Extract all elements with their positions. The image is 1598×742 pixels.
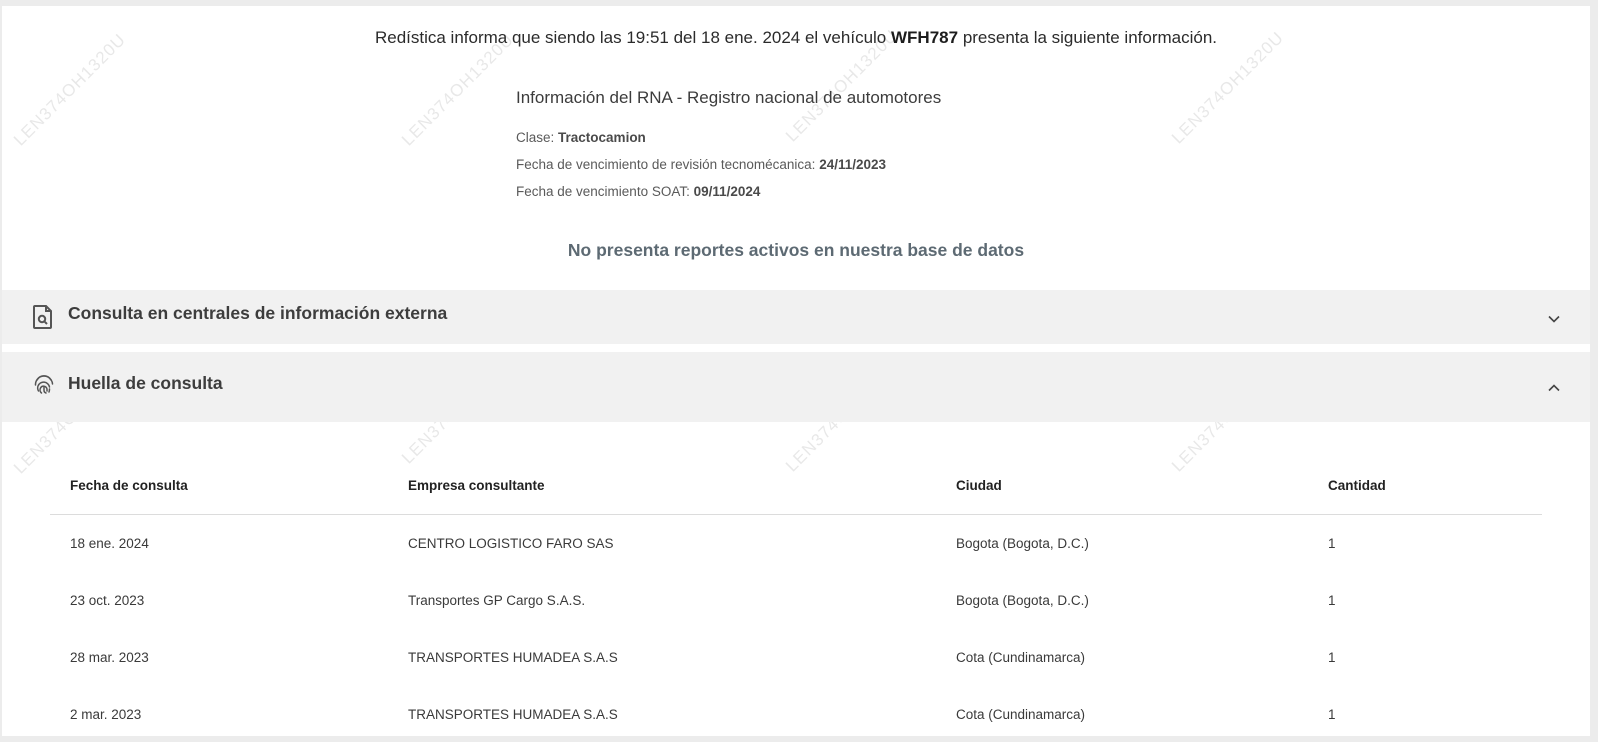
cell-cantidad: 1 (1328, 650, 1336, 665)
cell-ciudad: Bogota (Bogota, D.C.) (956, 536, 1089, 551)
table-row: 28 mar. 2023 TRANSPORTES HUMADEA S.A.S C… (50, 629, 1542, 686)
cell-fecha: 2 mar. 2023 (70, 707, 142, 722)
fingerprint-icon (34, 375, 54, 394)
no-reports-message: No presenta reportes activos en nuestra … (567, 240, 1025, 260)
rna-clase: Clase: Tractocamion (516, 130, 646, 145)
vehicle-report-card: LEN374OH1320U LEN374OH1320U LEN374OH1320… (2, 6, 1590, 736)
vehicle-plate: WFH787 (891, 28, 959, 47)
section-external-info[interactable]: Consulta en centrales de información ext… (2, 290, 1590, 344)
cell-cantidad: 1 (1328, 707, 1336, 722)
table-row: 23 oct. 2023 Transportes GP Cargo S.A.S.… (50, 572, 1542, 629)
cell-ciudad: Bogota (Bogota, D.C.) (956, 593, 1089, 608)
table-header: Fecha de consulta Empresa consultante Ci… (50, 458, 1542, 515)
soat-label: Fecha de vencimiento SOAT: (516, 184, 690, 199)
cell-fecha: 28 mar. 2023 (70, 650, 149, 665)
cell-empresa: TRANSPORTES HUMADEA S.A.S (408, 650, 618, 665)
cell-cantidad: 1 (1328, 593, 1336, 608)
chevron-down-icon[interactable] (1546, 311, 1562, 327)
header-empresa: Empresa consultante (408, 478, 545, 493)
cell-empresa: Transportes GP Cargo S.A.S. (408, 593, 586, 608)
footprint-table: Fecha de consulta Empresa consultante Ci… (50, 458, 1542, 736)
header-cantidad: Cantidad (1328, 478, 1386, 493)
table-row: 2 mar. 2023 TRANSPORTES HUMADEA S.A.S Co… (50, 686, 1542, 736)
headline-suffix: presenta la siguiente información. (962, 28, 1218, 47)
section-external-title: Consulta en centrales de información ext… (68, 303, 448, 323)
cell-empresa: TRANSPORTES HUMADEA S.A.S (408, 707, 618, 722)
header-ciudad: Ciudad (956, 478, 1002, 493)
rna-title: Información del RNA - Registro nacional … (516, 88, 942, 107)
cell-ciudad: Cota (Cundinamarca) (956, 650, 1086, 665)
section-query-footprint[interactable]: Huella de consulta (2, 352, 1590, 422)
page-frame: LEN374OH1320U LEN374OH1320U LEN374OH1320… (0, 0, 1598, 742)
cell-cantidad: 1 (1328, 536, 1336, 551)
clase-label: Clase: (516, 130, 555, 145)
report-headline: Redística informa que siendo las 19:51 d… (2, 28, 1590, 48)
soat-value: 09/11/2024 (693, 184, 761, 199)
table-row: 18 ene. 2024 CENTRO LOGISTICO FARO SAS B… (50, 515, 1542, 572)
section-footprint-title: Huella de consulta (68, 373, 223, 393)
tecno-label: Fecha de vencimiento de revisión tecnomé… (516, 157, 816, 172)
document-search-icon (33, 305, 52, 329)
header-fecha: Fecha de consulta (70, 478, 188, 493)
cell-fecha: 23 oct. 2023 (70, 593, 145, 608)
rna-tecnomecanica: Fecha de vencimiento de revisión tecnomé… (516, 157, 886, 172)
headline-prefix: Redística informa que siendo las 19:51 d… (374, 28, 887, 47)
cell-empresa: CENTRO LOGISTICO FARO SAS (408, 536, 614, 551)
clase-value: Tractocamion (558, 130, 646, 145)
rna-soat: Fecha de vencimiento SOAT: 09/11/2024 (516, 184, 760, 199)
cell-ciudad: Cota (Cundinamarca) (956, 707, 1086, 722)
scrollbar-track[interactable] (1592, 6, 1598, 736)
cell-fecha: 18 ene. 2024 (70, 536, 149, 551)
chevron-up-icon[interactable] (1546, 380, 1562, 396)
tecno-value: 24/11/2023 (819, 157, 887, 172)
